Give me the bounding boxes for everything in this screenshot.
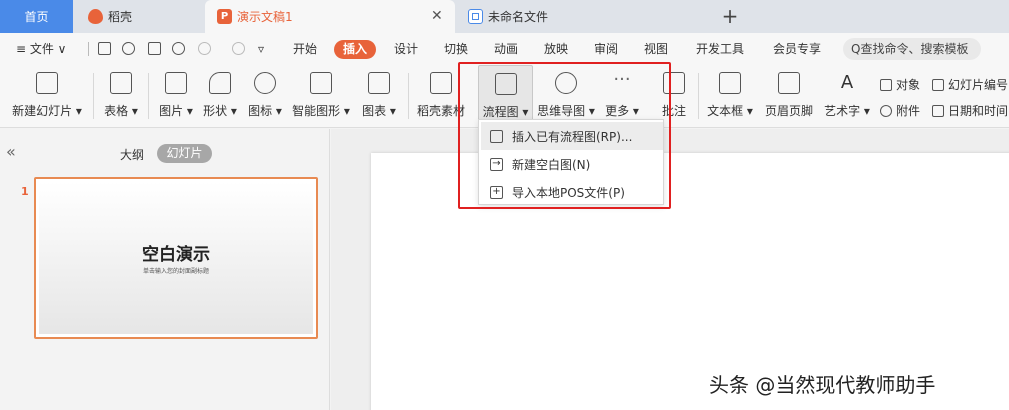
- tab-slides[interactable]: 幻灯片: [157, 144, 212, 163]
- tab-unnamed-label: 未命名文件: [488, 10, 549, 24]
- new-tab-button[interactable]: +: [720, 5, 740, 27]
- save-icon[interactable]: [98, 42, 111, 55]
- header-footer-label: 页眉页脚: [764, 104, 813, 118]
- chart-button[interactable]: 图表 ▾: [358, 65, 400, 128]
- datetime-button[interactable]: 日期和时间: [932, 102, 1008, 119]
- menu-animation[interactable]: 动画: [494, 40, 518, 59]
- new-slide-icon: [36, 72, 58, 94]
- menu-start[interactable]: 开始: [293, 40, 317, 59]
- file-menu[interactable]: ≡ 文件 ∨: [16, 40, 66, 59]
- redo-icon[interactable]: [232, 42, 245, 55]
- wordart-icon: A: [840, 72, 854, 93]
- object-icon: [880, 79, 892, 91]
- annotation-highlight-frame: [458, 62, 671, 209]
- menu-view[interactable]: 视图: [644, 40, 668, 59]
- material-icon: [430, 72, 452, 94]
- thumbnail-background: 空白演示 单击输入您的封面副标题: [39, 182, 313, 334]
- thumbnail-subtitle: 单击输入您的封面副标题: [142, 268, 209, 275]
- new-slide-button[interactable]: 新建幻灯片 ▾: [8, 65, 86, 128]
- ribbon-divider: [93, 73, 94, 119]
- tab-active-label: 演示文稿1: [237, 10, 293, 24]
- menu-developer[interactable]: 开发工具: [696, 40, 744, 59]
- icon-button[interactable]: 图标 ▾: [244, 65, 286, 128]
- object-button[interactable]: 对象: [880, 76, 920, 93]
- icons-library-icon: [254, 72, 276, 94]
- chart-label: 图表 ▾: [362, 104, 396, 118]
- picture-icon: [165, 72, 187, 94]
- flowchart-file-icon: [468, 9, 483, 24]
- slide-number-button[interactable]: 幻灯片编号: [932, 76, 1008, 93]
- slide-number: 1: [21, 185, 29, 198]
- smartart-button[interactable]: 智能图形 ▾: [292, 65, 350, 128]
- presentation-icon: P: [217, 9, 232, 24]
- tab-active-document[interactable]: P 演示文稿1 ✕: [205, 0, 455, 33]
- menu-review[interactable]: 审阅: [594, 40, 618, 59]
- tab-daoke[interactable]: 稻壳: [76, 0, 200, 33]
- picture-button[interactable]: 图片 ▾: [155, 65, 197, 128]
- smartart-label: 智能图形 ▾: [292, 104, 350, 118]
- thumbnail-title: 空白演示: [142, 245, 210, 265]
- ribbon-divider: [408, 73, 409, 119]
- slide-thumbnail[interactable]: 空白演示 单击输入您的封面副标题: [34, 177, 318, 339]
- daoke-flame-icon: [88, 9, 103, 24]
- header-footer-icon: [778, 72, 800, 94]
- shape-button[interactable]: 形状 ▾: [199, 65, 241, 128]
- calendar-icon: [932, 105, 944, 117]
- menu-divider: [88, 42, 89, 56]
- tab-home[interactable]: 首页: [0, 0, 73, 33]
- close-icon[interactable]: ✕: [431, 9, 445, 23]
- object-label: 对象: [896, 78, 921, 92]
- picture-label: 图片 ▾: [159, 104, 193, 118]
- tab-daoke-label: 稻壳: [108, 10, 133, 24]
- menu-design[interactable]: 设计: [394, 40, 418, 59]
- textbox-icon: [719, 72, 741, 94]
- menu-transition[interactable]: 切换: [444, 40, 468, 59]
- attachment-button[interactable]: 附件: [880, 102, 920, 119]
- wordart-button[interactable]: A 艺术字 ▾: [822, 65, 872, 128]
- paperclip-icon: [880, 105, 892, 117]
- undo-icon[interactable]: [198, 42, 211, 55]
- menu-slideshow[interactable]: 放映: [544, 40, 568, 59]
- header-footer-button[interactable]: 页眉页脚: [762, 65, 816, 128]
- ribbon-divider: [148, 73, 149, 119]
- shape-icon: [209, 72, 231, 94]
- attachment-label: 附件: [896, 104, 921, 118]
- table-icon: [110, 72, 132, 94]
- slide-number-label: 幻灯片编号: [948, 78, 1009, 92]
- tab-unnamed-file[interactable]: 未命名文件: [458, 0, 706, 33]
- slide-number-icon: [932, 79, 944, 91]
- table-label: 表格 ▾: [104, 104, 138, 118]
- ribbon-divider: [698, 73, 699, 119]
- menu-bar: ≡ 文件 ∨ ▿ 开始 插入 设计 切换 动画 放映 审阅 视图 开发工具 会员…: [0, 33, 1009, 65]
- table-button[interactable]: 表格 ▾: [100, 65, 142, 128]
- tab-outline[interactable]: 大纲: [120, 146, 144, 163]
- tab-bar: 首页 稻壳 P 演示文稿1 ✕ 未命名文件 +: [0, 0, 1009, 33]
- watermark-text: 头条 @当然现代教师助手: [709, 373, 936, 397]
- textbox-button[interactable]: 文本框 ▾: [705, 65, 755, 128]
- new-slide-label: 新建幻灯片 ▾: [12, 104, 82, 118]
- shape-label: 形状 ▾: [203, 104, 237, 118]
- search-input[interactable]: Q查找命令、搜索模板: [843, 38, 981, 60]
- datetime-label: 日期和时间: [948, 104, 1009, 118]
- collapse-panel-icon[interactable]: «: [6, 142, 16, 161]
- textbox-label: 文本框 ▾: [707, 104, 753, 118]
- preview-icon[interactable]: [172, 42, 185, 55]
- menu-member[interactable]: 会员专享: [773, 40, 821, 59]
- slide-panel: « 大纲 幻灯片 1 空白演示 单击输入您的封面副标题: [0, 129, 330, 410]
- wordart-label: 艺术字 ▾: [824, 104, 870, 118]
- export-icon[interactable]: [122, 42, 135, 55]
- icon-label: 图标 ▾: [248, 104, 282, 118]
- bar-chart-icon: [368, 72, 390, 94]
- menu-insert[interactable]: 插入: [334, 40, 377, 59]
- smartart-icon: [310, 72, 332, 94]
- quick-access-dropdown-icon[interactable]: ▿: [258, 40, 264, 59]
- print-icon[interactable]: [148, 42, 161, 55]
